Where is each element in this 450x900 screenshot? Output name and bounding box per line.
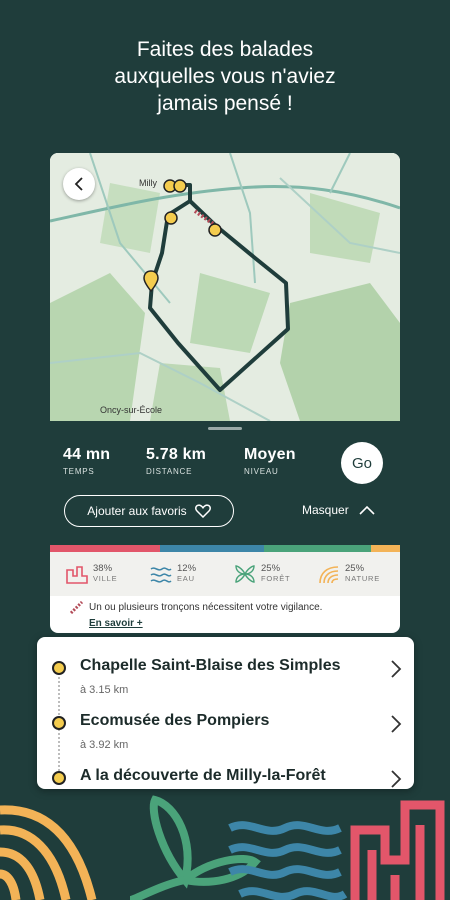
poi-distance: à 3.15 km — [80, 684, 129, 696]
headline-line-3: jamais pensé ! — [157, 92, 293, 115]
stat-level-value: Moyen — [244, 446, 296, 463]
add-to-favorites-label: Ajouter aux favoris — [87, 504, 187, 518]
poi-title: A la découverte de Milly-la-Forêt — [80, 767, 326, 784]
go-button[interactable]: Go — [341, 442, 383, 484]
nature-icon — [319, 566, 339, 584]
poi-item[interactable]: Ecomusée des Pompiers à 3.92 km — [37, 698, 414, 753]
poi-item[interactable]: A la découverte de Milly-la-Forêt — [37, 753, 414, 789]
city-icon — [66, 566, 88, 584]
add-to-favorites-button[interactable]: Ajouter aux favoris — [64, 495, 234, 527]
heart-icon — [194, 504, 211, 518]
landscape-item-water: 12% EAU — [150, 564, 196, 584]
stat-level: Moyen NIVEAU — [244, 446, 296, 476]
landscape-breakdown: 38% VILLE 12% EAU 25% FORÊT 25% NATURE — [50, 552, 400, 596]
bar-segment-nature — [371, 545, 400, 552]
headline-line-2: auxquelles vous n'aviez — [114, 65, 336, 88]
stat-time-value: 44 mn — [63, 446, 111, 463]
chevron-right-icon — [391, 715, 402, 733]
stat-level-label: NIVEAU — [244, 467, 279, 476]
map-canvas — [50, 153, 400, 421]
route-info-panel: 44 mn TEMPS 5.78 km DISTANCE Moyen NIVEA… — [50, 421, 400, 545]
route-map[interactable]: Milly Oncy-sur-École — [50, 153, 400, 421]
landscape-color-bar — [50, 545, 400, 552]
poi-marker-icon — [52, 771, 66, 785]
bar-segment-forest — [264, 545, 371, 552]
hide-toggle[interactable]: Masquer — [302, 503, 375, 517]
landscape-item-city: 38% VILLE — [66, 564, 117, 584]
poi-marker-icon — [52, 661, 66, 675]
map-label-town-bottom: Oncy-sur-École — [100, 405, 163, 415]
poi-distance: à 3.92 km — [80, 739, 129, 751]
stat-time: 44 mn TEMPS — [63, 446, 110, 476]
points-of-interest-card: Chapelle Saint-Blaise des Simples à 3.15… — [37, 637, 414, 789]
forest-icon — [235, 565, 255, 583]
headline-line-1: Faites des balades — [136, 38, 314, 61]
stat-time-label: TEMPS — [63, 467, 95, 476]
decorative-landscape-icons — [0, 795, 445, 900]
poi-title: Ecomusée des Pompiers — [80, 712, 270, 729]
headline: Faites des balades auxquelles vous n'avi… — [0, 36, 450, 117]
poi-marker-icon — [52, 716, 66, 730]
bar-segment-city — [50, 545, 160, 552]
learn-more-link[interactable]: En savoir + — [89, 618, 390, 629]
landscape-item-forest: 25% FORÊT — [234, 564, 290, 584]
city-percent: 38% — [93, 563, 113, 574]
forest-label: FORÊT — [261, 574, 291, 583]
hide-toggle-label: Masquer — [302, 503, 349, 517]
chevron-right-icon — [391, 660, 402, 678]
bar-segment-water — [160, 545, 264, 552]
stat-distance-label: DISTANCE — [146, 467, 193, 476]
nature-label: NATURE — [345, 574, 381, 583]
stat-distance-value: 5.78 km — [146, 446, 207, 463]
chevron-left-icon — [74, 177, 83, 191]
drag-handle[interactable] — [208, 427, 242, 430]
poi-title: Chapelle Saint-Blaise des Simples — [80, 657, 341, 674]
warning-segment-icon — [70, 601, 83, 614]
forest-percent: 25% — [261, 563, 281, 574]
water-icon — [150, 567, 172, 583]
poi-item[interactable]: Chapelle Saint-Blaise des Simples à 3.15… — [37, 643, 414, 698]
back-button[interactable] — [63, 168, 95, 200]
vigilance-warning: Un ou plusieurs tronçons nécessitent vot… — [70, 601, 390, 629]
app-screen: Milly Oncy-sur-École 44 mn TEMPS 5.78 km… — [50, 153, 400, 633]
chevron-right-icon — [391, 770, 402, 788]
nature-percent: 25% — [345, 563, 365, 574]
city-label: VILLE — [93, 574, 118, 583]
landscape-item-nature: 25% NATURE — [318, 564, 380, 584]
water-percent: 12% — [177, 563, 197, 574]
water-label: EAU — [177, 574, 195, 583]
stat-distance: 5.78 km DISTANCE — [146, 446, 206, 476]
chevron-up-icon — [359, 505, 375, 515]
map-label-town-top: Milly — [139, 178, 157, 188]
warning-text: Un ou plusieurs tronçons nécessitent vot… — [89, 602, 323, 613]
